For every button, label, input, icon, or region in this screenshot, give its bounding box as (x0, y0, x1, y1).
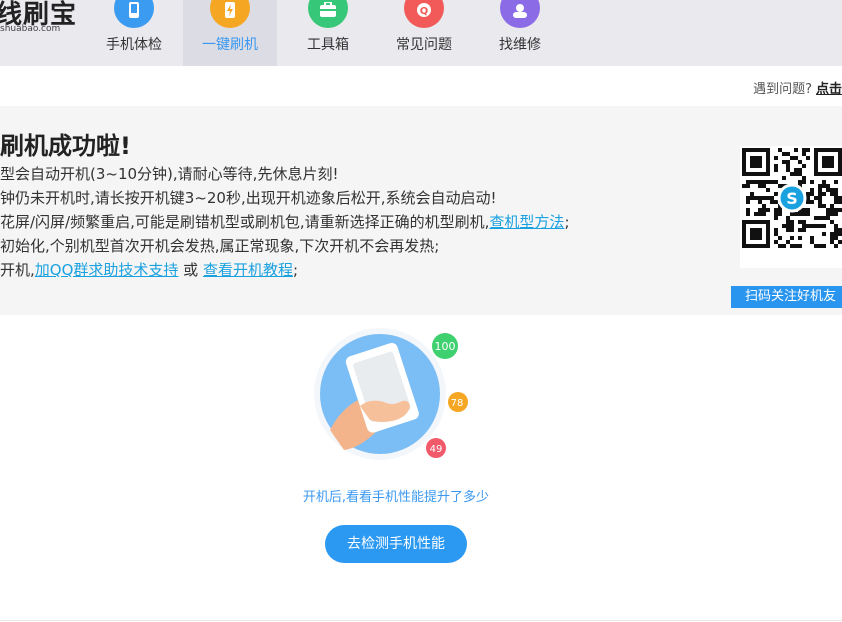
score-49-label: 49 (430, 444, 443, 455)
toolbox-icon (308, 0, 348, 28)
nav-item-phone-check[interactable]: 手机体检 (87, 0, 181, 66)
qr-code-block: S (738, 146, 842, 270)
tip-text: 开机, (0, 261, 35, 279)
help-strip: 遇到问题? 点击 (753, 78, 842, 97)
repair-icon (500, 0, 540, 28)
nav-label: 手机体检 (106, 37, 162, 53)
tip-text: 钟仍未开机时,请长按开机键3~20秒,出现开机迹象后松开,系统会自动启动! (0, 189, 497, 207)
tip-suffix: ; (564, 213, 570, 231)
logo-subtext: shuabao.com (0, 24, 61, 34)
boot-tutorial-link[interactable]: 查看开机教程 (203, 261, 293, 279)
help-link[interactable]: 点击 (816, 82, 842, 97)
top-nav-bar: 线刷宝 shuabao.com 手机体检 一键刷机 工具箱 Q 常见问题 找维修 (0, 0, 842, 66)
tip-line: 钟仍未开机时,请长按开机键3~20秒,出现开机迹象后松开,系统会自动启动! (0, 186, 700, 210)
tip-line: 花屏/闪屏/频繁重启,可能是刷错机型或刷机包,请重新选择正确的机型刷机,查机型方… (0, 210, 700, 234)
phone-check-icon (114, 0, 154, 28)
score-78-label: 78 (451, 398, 464, 409)
success-title: 刷机成功啦! (0, 132, 131, 160)
check-model-method-link[interactable]: 查机型方法 (489, 213, 564, 231)
performance-hint: 开机后,看看手机性能提升了多少 (302, 490, 490, 505)
tip-text: 花屏/闪屏/频繁重启,可能是刷错机型或刷机包,请重新选择正确的机型刷机, (0, 213, 490, 231)
nav-label: 常见问题 (396, 37, 452, 53)
nav-item-one-click-flash[interactable]: 一键刷机 (183, 0, 277, 66)
nav-item-repair[interactable]: 找维修 (473, 0, 567, 66)
tip-or: 或 (178, 261, 203, 279)
nav-label: 找维修 (499, 37, 541, 53)
flash-icon (210, 0, 250, 28)
success-panel: 刷机成功啦! 型会自动开机(3~10分钟),请耐心等待,先休息片刻! 钟仍未开机… (0, 106, 842, 315)
tip-line: 初始化,个别机型首次开机会发热,属正常现象,下次开机不会再发热; (0, 234, 700, 258)
tip-text: 型会自动开机(3~10分钟),请耐心等待,先休息片刻! (0, 165, 339, 183)
svg-text:S: S (786, 189, 798, 208)
tip-line: 开机,加QQ群求助技术支持 或 查看开机教程; (0, 258, 700, 282)
score-100-label: 100 (435, 340, 456, 353)
phone-performance-illustration: 100 78 49 (300, 320, 490, 470)
tip-suffix: ; (292, 261, 299, 279)
nav-label: 一键刷机 (202, 37, 258, 53)
divider (0, 620, 842, 621)
join-qq-group-link[interactable]: 加QQ群求助技术支持 (35, 261, 179, 279)
tip-text: 初始化,个别机型首次开机会发热,属正常现象,下次开机不会再发热; (0, 237, 440, 255)
scan-follow-button[interactable]: 扫码关注好机友 (731, 286, 842, 308)
question-icon: Q (404, 0, 444, 28)
check-performance-button[interactable]: 去检测手机性能 (325, 525, 467, 563)
nav-item-faq[interactable]: Q 常见问题 (377, 0, 471, 66)
help-prefix: 遇到问题? (753, 82, 812, 97)
qr-code-image: S (740, 146, 842, 268)
tips-list: 型会自动开机(3~10分钟),请耐心等待,先休息片刻! 钟仍未开机时,请长按开机… (0, 162, 700, 282)
svg-text:Q: Q (420, 6, 429, 17)
nav-item-toolbox[interactable]: 工具箱 (281, 0, 375, 66)
tip-line: 型会自动开机(3~10分钟),请耐心等待,先休息片刻! (0, 162, 700, 186)
nav-label: 工具箱 (307, 37, 349, 53)
